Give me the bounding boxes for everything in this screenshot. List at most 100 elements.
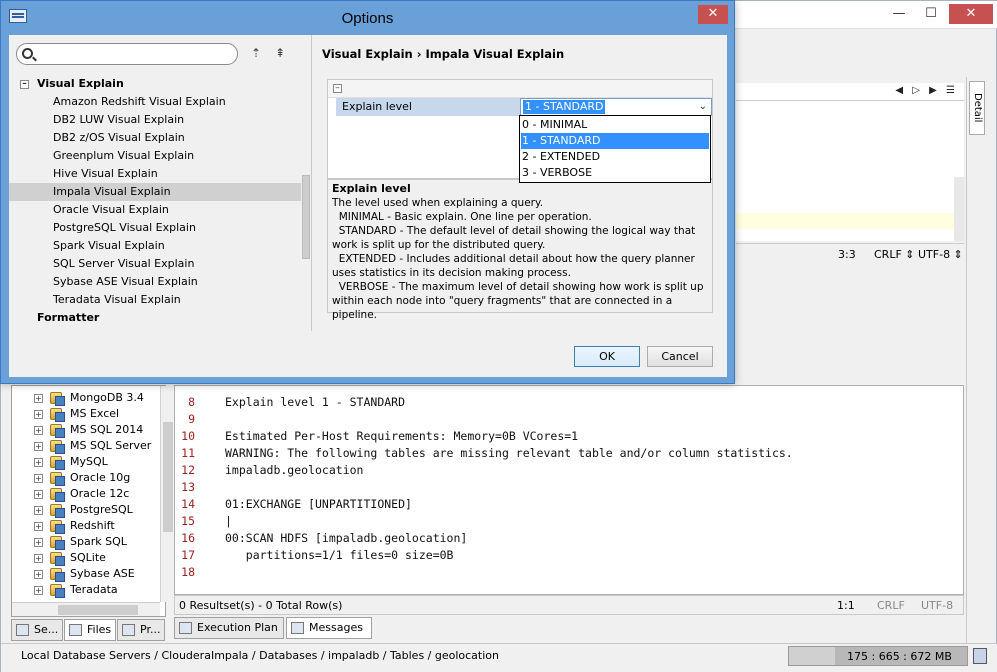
options-tree-item[interactable]: Spark Visual Explain [9,237,301,255]
tab-files-label: Files [87,623,112,636]
tree-item[interactable]: + MS SQL Server [12,438,152,454]
options-tree-item[interactable]: Greenplum Visual Explain [9,147,301,165]
tree-item[interactable]: + Redshift [12,518,152,534]
tree-item[interactable]: + Teradata [12,582,152,598]
sql-editor[interactable] [736,101,964,241]
options-tree-item[interactable]: Impala Visual Explain [9,183,301,201]
tree-item[interactable]: + Spark SQL [12,534,152,550]
expand-icon[interactable]: + [34,410,43,419]
main-close-button[interactable]: ✕ [949,4,993,24]
tree-item[interactable]: + Oracle 12c [12,486,152,502]
expand-icon[interactable]: + [34,394,43,403]
cancel-button[interactable]: Cancel [647,346,713,367]
tree-hscroll-thumb[interactable] [58,605,138,615]
tab-projects[interactable]: Pr... [117,619,165,641]
options-tree-item[interactable]: Oracle Visual Explain [9,201,301,219]
tree-item[interactable]: + MS Excel [12,406,152,422]
editor-scrollbar[interactable] [954,177,964,241]
tab-messages[interactable]: Messages [286,617,372,639]
minimize-button[interactable]: — [885,4,913,24]
detail-side-tab[interactable]: Detail [969,81,985,135]
collapse-all-icon[interactable]: ⇞ [273,46,287,62]
expand-icon[interactable]: + [34,570,43,579]
tree-item-label: Oracle 10g [70,471,131,484]
files-icon [69,624,82,636]
property-row-explain-level[interactable]: Explain level 1 - STANDARD ⌄ [328,98,712,116]
explain-level-option[interactable]: 1 - STANDARD [521,133,709,149]
tree-item[interactable]: + Oracle 10g [12,470,152,486]
options-tree-label: Formatter [37,311,100,324]
expand-icon[interactable]: + [34,538,43,547]
left-panel-tabs: Se... Files Pr... [11,619,166,641]
collapse-icon[interactable]: – [333,84,342,93]
options-tree-item[interactable]: SQL Server Visual Explain [9,255,301,273]
search-icon [22,48,33,59]
tree-item[interactable]: + MongoDB 3.4 [12,390,152,406]
ok-button[interactable]: OK [574,346,640,367]
property-name: Explain level [336,98,520,116]
line-text: impaladb.geolocation [225,463,364,477]
expand-icon[interactable]: + [34,586,43,595]
explain-level-option[interactable]: 0 - MINIMAL [521,117,709,133]
options-content: Visual Explain › Impala Visual Explain –… [313,35,727,331]
tree-horizontal-scrollbar[interactable] [12,602,160,616]
options-category[interactable]: – Visual Explain [9,75,301,93]
expand-icon[interactable]: + [34,458,43,467]
chevron-down-icon[interactable]: ⌄ [699,101,707,112]
tab-servers[interactable]: Se... [11,619,63,641]
editor-cursor-position: 3:3 [838,248,856,261]
editor-line-ending[interactable]: CRLF ⇕ [874,248,915,261]
tab-messages-label: Messages [309,621,363,634]
options-tree-item[interactable]: Amazon Redshift Visual Explain [9,93,301,111]
options-tree-item[interactable]: PostgreSQL Visual Explain [9,219,301,237]
explain-results-panel[interactable]: 8 Explain level 1 - STANDARD 9 10 Estimated … [174,385,964,595]
explain-level-select[interactable]: 1 - STANDARD ⌄ [520,98,712,116]
description-line: The level used when explaining a query. [332,197,544,209]
tree-item[interactable]: + Sybase ASE [12,566,152,582]
tree-item[interactable]: + PostgreSQL [12,502,152,518]
collapse-icon[interactable]: – [20,80,29,89]
options-tree-item[interactable]: Teradata Visual Explain [9,291,301,309]
tree-item[interactable]: + MySQL [12,454,152,470]
current-line-highlight [736,213,964,229]
property-description: Explain level The level used when explai… [327,179,713,321]
expand-icon[interactable]: + [34,506,43,515]
options-search[interactable] [16,43,238,65]
memory-used-fill [789,647,836,665]
line-text: WARNING: The following tables are missin… [225,446,793,460]
options-tree-item[interactable]: Hive Visual Explain [9,165,301,183]
options-tree-item[interactable]: DB2 z/OS Visual Explain [9,129,301,147]
dialog-close-button[interactable]: ✕ [698,5,728,24]
options-tree-scroll-thumb[interactable] [302,175,310,259]
editor-encoding[interactable]: UTF-8 ⇕ [918,248,963,261]
garbage-collect-icon[interactable] [973,648,987,664]
explain-level-option[interactable]: 3 - VERBOSE [521,165,709,181]
options-search-input[interactable] [37,46,232,62]
tree-item-label: MS SQL Server [70,439,152,452]
tree-vertical-scrollbar[interactable] [160,386,174,602]
editor-nav-arrows[interactable]: ◀ ▷ ▶ ☰ [895,85,958,96]
result-line: 11 WARNING: The following tables are miss… [175,445,955,462]
options-category[interactable]: Formatter [9,309,301,327]
expand-icon[interactable]: + [34,554,43,563]
options-tree-scrollbar[interactable] [301,75,311,331]
expand-icon[interactable]: + [34,522,43,531]
maximize-button[interactable]: ☐ [917,4,945,24]
options-tree-item[interactable]: DB2 LUW Visual Explain [9,111,301,129]
tab-files[interactable]: Files [64,619,116,641]
tree-scroll-thumb[interactable] [163,422,173,532]
tree-item-label: MS SQL 2014 [70,423,144,436]
explain-level-option[interactable]: 2 - EXTENDED [521,149,709,165]
tree-item[interactable]: + SQLite [12,550,152,566]
line-number: 9 [188,412,195,426]
expand-icon[interactable]: + [34,474,43,483]
options-tree-item[interactable]: Sybase ASE Visual Explain [9,273,301,291]
expand-icon[interactable]: + [34,490,43,499]
results-cursor-position: 1:1 [837,599,855,612]
expand-icon[interactable]: + [34,426,43,435]
tab-execution-plan[interactable]: Execution Plan [174,617,284,639]
tree-item[interactable]: + MS SQL 2014 [12,422,152,438]
options-tree-label: Greenplum Visual Explain [53,149,195,162]
expand-all-icon[interactable]: ⇡ [249,46,263,62]
expand-icon[interactable]: + [34,442,43,451]
